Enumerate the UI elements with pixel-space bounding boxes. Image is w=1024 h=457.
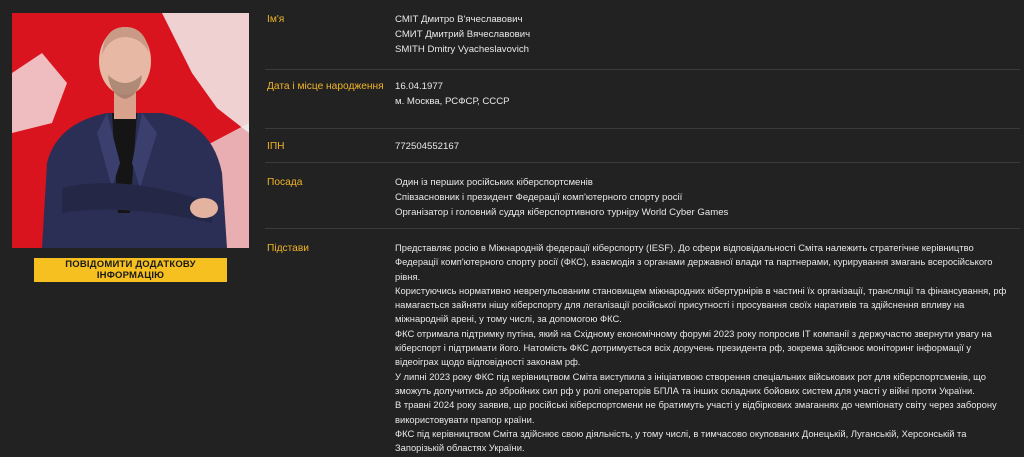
grounds-paragraph: ФКС під керівництвом Сміта здійснює свою… bbox=[395, 427, 967, 454]
position-line: Співзасновник і президент Федерації комп… bbox=[395, 192, 683, 203]
name-english: SMITH Dmitry Vyacheslavovich bbox=[395, 44, 529, 55]
name-row: Ім'я СМІТ Дмитро В'ячеславович СМИТ Дмит… bbox=[265, 8, 1020, 70]
birth-date: 16.04.1977 bbox=[395, 81, 444, 92]
position-label: Посада bbox=[267, 177, 303, 188]
grounds-paragraph: Користуючись нормативно неврегульованим … bbox=[395, 284, 1007, 325]
inn-row: ІПН 772504552167 bbox=[265, 135, 1020, 163]
position-value: Один із перших російських кіберспортсмен… bbox=[395, 175, 1020, 228]
person-portrait-illustration bbox=[12, 13, 249, 248]
grounds-paragraph: ФКС отримала підтримку путіна, який на С… bbox=[395, 327, 992, 368]
profile-photo bbox=[12, 13, 249, 248]
name-label: Ім'я bbox=[267, 14, 285, 25]
grounds-value: Представляє росію в Міжнародній федераці… bbox=[395, 241, 1020, 455]
grounds-paragraph: В травні 2024 року заявив, що російські … bbox=[395, 399, 997, 425]
inn-value: 772504552167 bbox=[395, 141, 460, 152]
position-line: Організатор і головний суддя кіберспорти… bbox=[395, 207, 729, 218]
birth-row: Дата і місце народження 16.04.1977 м. Мо… bbox=[265, 75, 1020, 129]
position-row: Посада Один із перших російських кіберсп… bbox=[265, 169, 1020, 229]
grounds-row: Підстави Представляє росію в Міжнародній… bbox=[265, 235, 1020, 455]
name-value: СМІТ Дмитро В'ячеславович СМИТ Дмитрий В… bbox=[395, 12, 1020, 69]
position-line: Один із перших російських кіберспортсмен… bbox=[395, 177, 593, 188]
report-additional-info-button[interactable]: ПОВІДОМИТИ ДОДАТКОВУ ІНФОРМАЦІЮ bbox=[34, 258, 227, 282]
birth-value: 16.04.1977 м. Москва, РСФСР, СССР bbox=[395, 79, 1020, 128]
inn-label: ІПН bbox=[267, 141, 285, 152]
grounds-label: Підстави bbox=[267, 243, 309, 254]
name-ukrainian: СМІТ Дмитро В'ячеславович bbox=[395, 14, 523, 25]
name-russian: СМИТ Дмитрий Вячеславович bbox=[395, 29, 531, 40]
grounds-paragraph: У липні 2023 року ФКС під керівництвом С… bbox=[395, 370, 986, 396]
grounds-paragraph: Представляє росію в Міжнародній федераці… bbox=[395, 242, 993, 282]
birth-label: Дата і місце народження bbox=[267, 81, 384, 92]
birth-place: м. Москва, РСФСР, СССР bbox=[395, 96, 510, 107]
profile-details-table: Ім'я СМІТ Дмитро В'ячеславович СМИТ Дмит… bbox=[265, 8, 1020, 455]
